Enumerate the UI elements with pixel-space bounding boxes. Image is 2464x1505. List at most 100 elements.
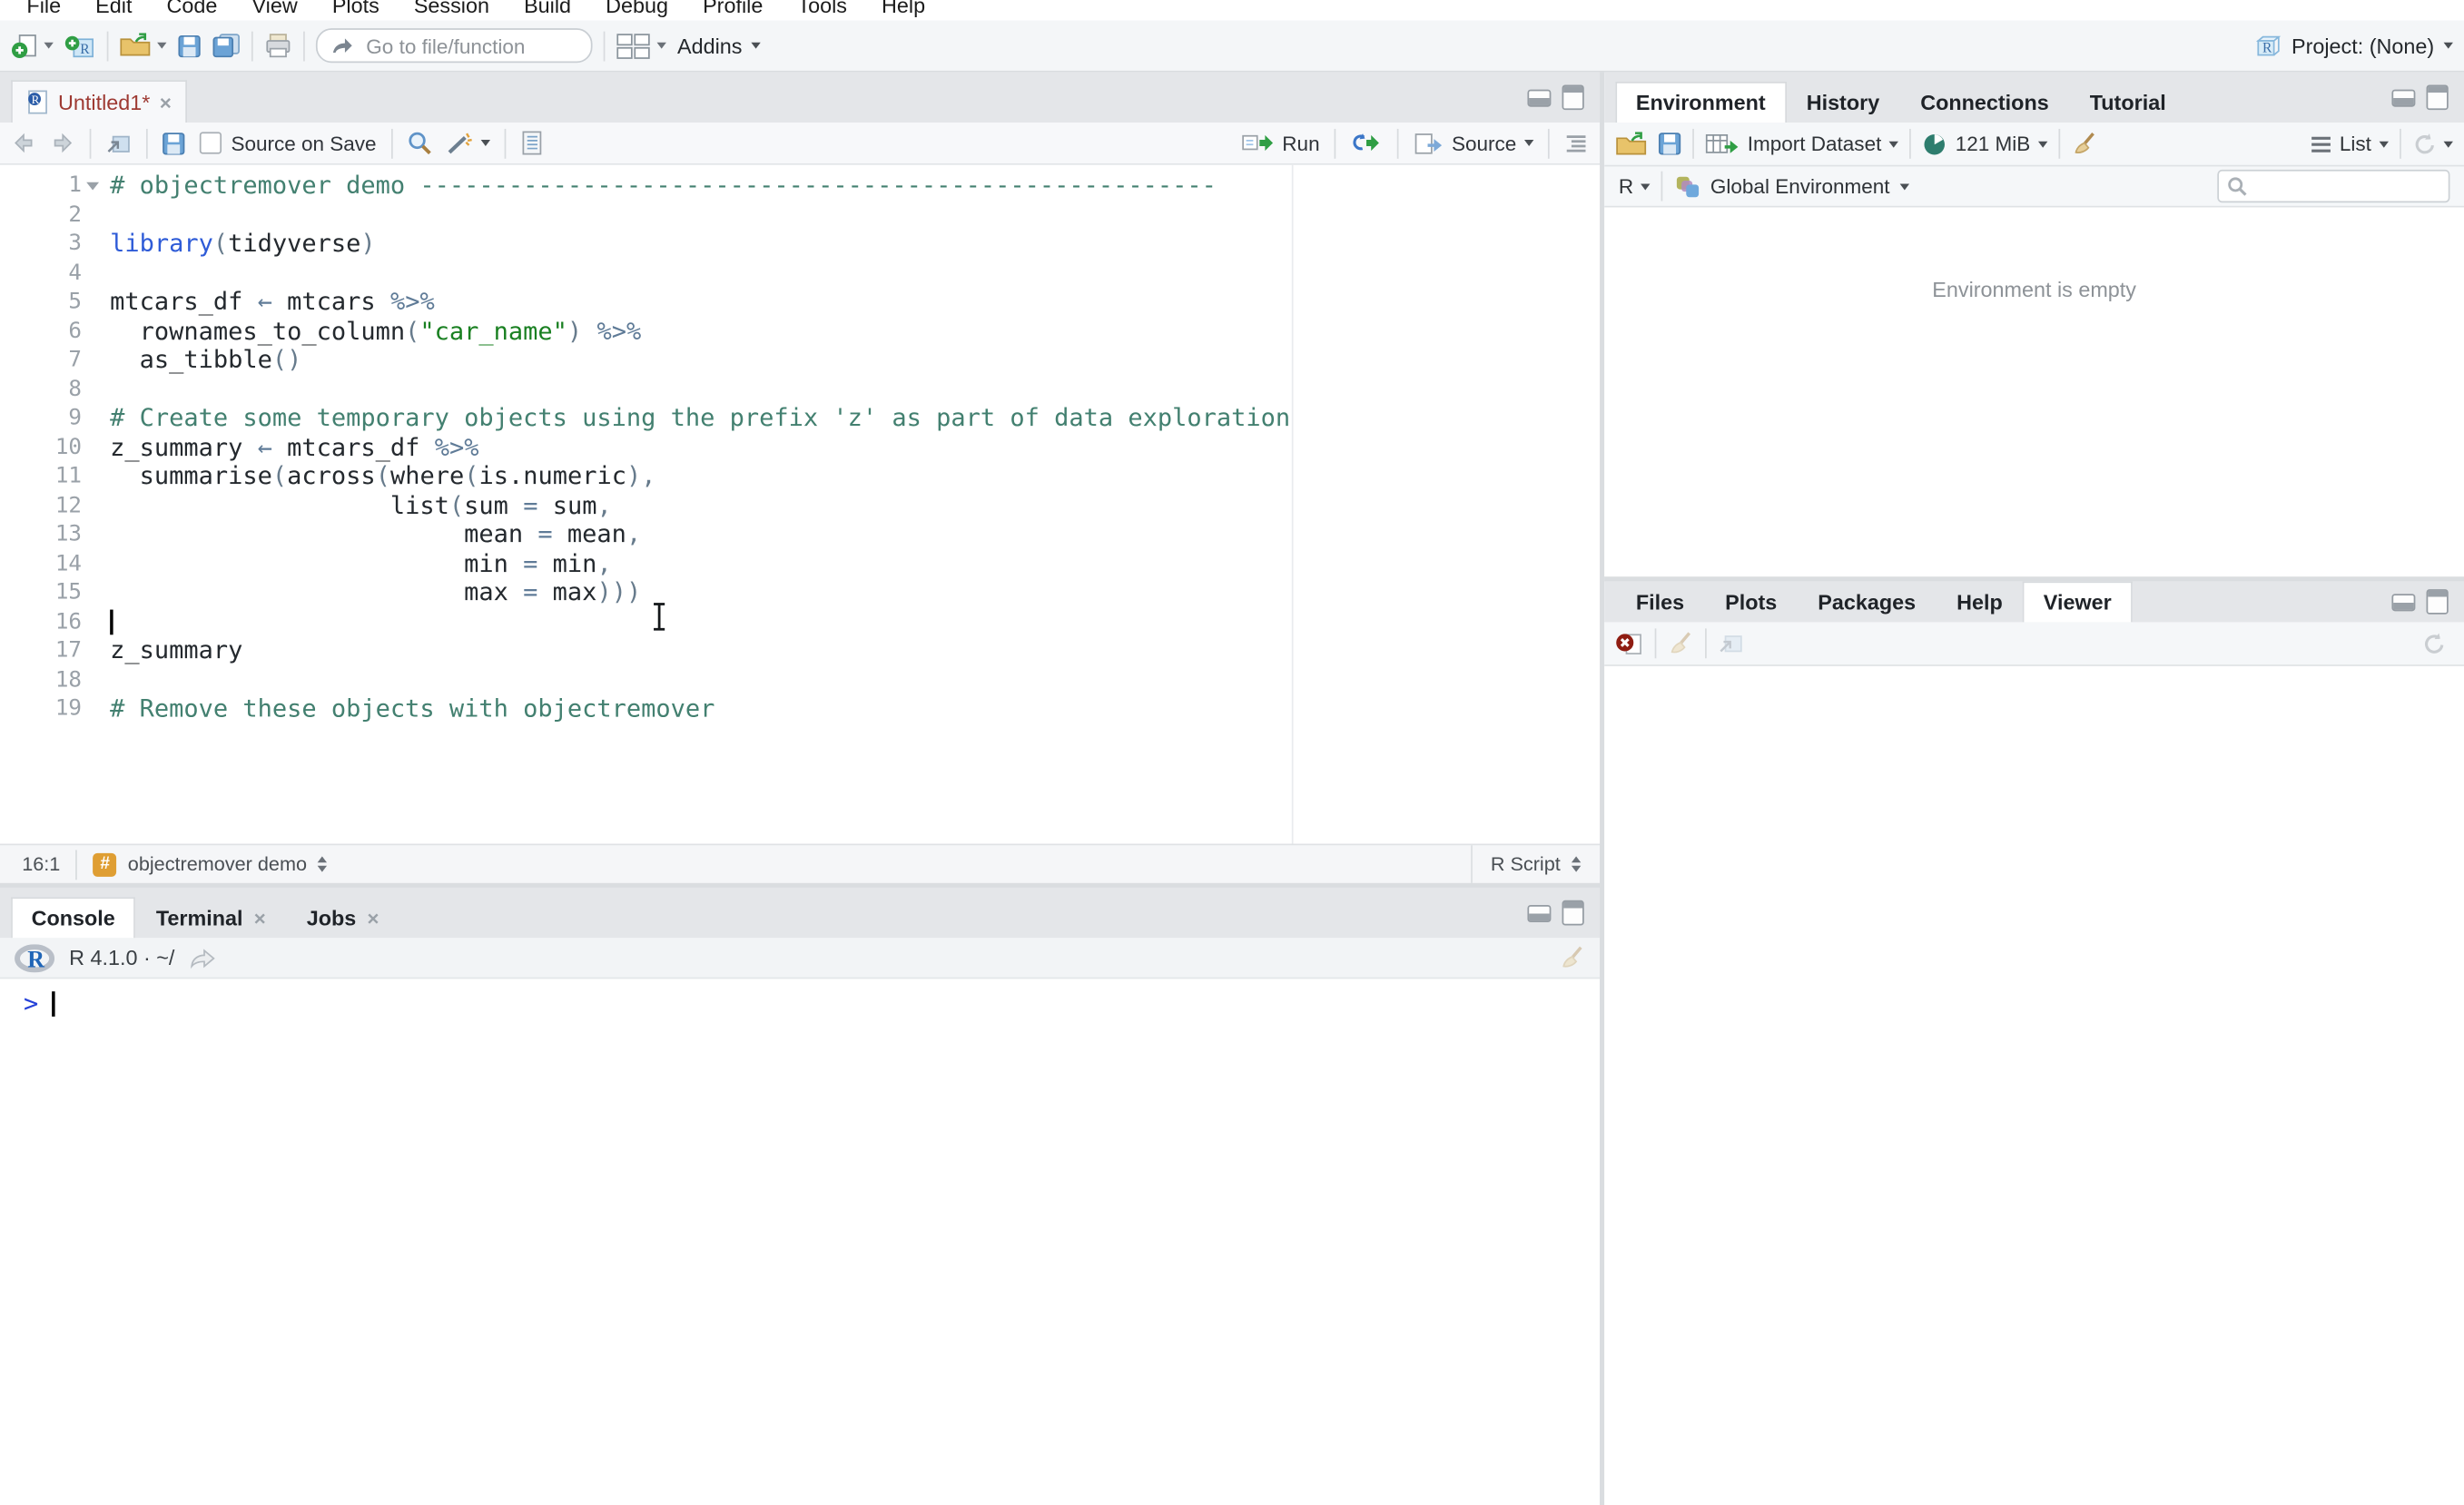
- code-line[interactable]: 5 mtcars_df ← mtcars %>%: [0, 288, 1600, 317]
- code-line[interactable]: 12 list(sum = sum,: [0, 491, 1600, 520]
- back-icon[interactable]: [11, 132, 36, 153]
- menu-edit[interactable]: Edit: [78, 0, 149, 19]
- outline-icon[interactable]: [1563, 132, 1589, 153]
- code-line[interactable]: 9 # Create some temporary objects using t…: [0, 404, 1600, 433]
- tab-files[interactable]: Files: [1615, 581, 1704, 622]
- chevron-down-icon[interactable]: [157, 42, 167, 49]
- menu-plots[interactable]: Plots: [315, 0, 397, 19]
- code-line[interactable]: 11 summarise(across(where(is.numeric),: [0, 462, 1600, 491]
- code-line[interactable]: 10 z_summary ← mtcars_df %>%: [0, 433, 1600, 462]
- menu-profile[interactable]: Profile: [685, 0, 780, 19]
- tab-packages[interactable]: Packages: [1798, 581, 1937, 622]
- open-file-button[interactable]: [120, 33, 167, 58]
- code-line[interactable]: 4: [0, 259, 1600, 288]
- maximize-pane-icon[interactable]: [2426, 84, 2449, 111]
- addins-button[interactable]: Addins: [677, 34, 762, 57]
- source-on-save-toggle[interactable]: Source on Save: [199, 132, 377, 154]
- code-tools-button[interactable]: [446, 131, 490, 156]
- chevron-down-icon[interactable]: [2379, 140, 2389, 147]
- maximize-pane-icon[interactable]: [2426, 589, 2449, 615]
- notebook-icon[interactable]: [519, 131, 541, 156]
- save-all-button[interactable]: [212, 33, 241, 58]
- environment-scope-selector[interactable]: Global Environment: [1674, 173, 1909, 199]
- menu-view[interactable]: View: [234, 0, 314, 19]
- code-line[interactable]: 15 max = max))): [0, 578, 1600, 607]
- code-line[interactable]: 7 as_tibble(): [0, 346, 1600, 375]
- tab-plots[interactable]: Plots: [1705, 581, 1798, 622]
- code-line[interactable]: 18: [0, 665, 1600, 694]
- code-line[interactable]: 17 z_summary: [0, 636, 1600, 665]
- rerun-button[interactable]: [1349, 132, 1382, 153]
- maximize-pane-icon[interactable]: [1562, 900, 1584, 926]
- tab-terminal[interactable]: Terminal ×: [135, 897, 286, 938]
- tab-jobs[interactable]: Jobs ×: [286, 897, 399, 938]
- environment-search-input[interactable]: [2253, 173, 2418, 199]
- refresh-icon[interactable]: [2421, 631, 2447, 656]
- minimize-pane-icon[interactable]: [1527, 904, 1552, 922]
- tab-connections[interactable]: Connections: [1900, 82, 2070, 123]
- save-icon[interactable]: [162, 132, 185, 155]
- save-workspace-icon[interactable]: [1658, 132, 1681, 155]
- code-line[interactable]: 8: [0, 375, 1600, 404]
- minimize-pane-icon[interactable]: [2391, 88, 2416, 106]
- chevron-down-icon[interactable]: [656, 42, 666, 49]
- code-line[interactable]: 16: [0, 607, 1600, 636]
- code-line[interactable]: 13 mean = mean,: [0, 520, 1600, 549]
- menu-file[interactable]: File: [9, 0, 78, 19]
- tab-tutorial[interactable]: Tutorial: [2069, 82, 2186, 123]
- code-line[interactable]: 14 min = min,: [0, 549, 1600, 578]
- clear-all-broom-icon[interactable]: [1667, 630, 1693, 656]
- environment-search-box[interactable]: [2217, 169, 2450, 203]
- forward-icon[interactable]: [50, 132, 75, 153]
- menu-tools[interactable]: Tools: [780, 0, 864, 19]
- load-workspace-icon[interactable]: [1615, 131, 1647, 157]
- clear-viewer-icon[interactable]: [1615, 631, 1643, 656]
- section-navigator[interactable]: # objectremover demo: [93, 852, 328, 876]
- list-view-button[interactable]: List: [2310, 132, 2389, 155]
- refresh-environment-button[interactable]: [2412, 132, 2453, 157]
- panes-layout-button[interactable]: [616, 32, 666, 59]
- search-icon[interactable]: [406, 131, 431, 156]
- maximize-pane-icon[interactable]: [1562, 84, 1584, 111]
- goto-file-function-box[interactable]: [315, 28, 593, 64]
- import-dataset-button[interactable]: Import Dataset: [1705, 132, 1899, 155]
- source-on-save-checkbox[interactable]: [199, 132, 222, 154]
- tab-viewer[interactable]: Viewer: [2023, 581, 2133, 623]
- clear-environment-broom-icon[interactable]: [2071, 131, 2097, 157]
- popout-icon[interactable]: [1718, 632, 1744, 655]
- print-button[interactable]: [264, 33, 292, 58]
- language-selector[interactable]: R: [1619, 174, 1651, 198]
- tab-help[interactable]: Help: [1937, 581, 2024, 622]
- filetype-selector[interactable]: R Script: [1470, 845, 1600, 883]
- project-menu-button[interactable]: R Project: (None): [2255, 32, 2453, 58]
- menu-help[interactable]: Help: [864, 0, 942, 19]
- tab-history[interactable]: History: [1786, 82, 1900, 123]
- code-line[interactable]: 2: [0, 201, 1600, 230]
- goto-file-function-input[interactable]: [362, 32, 550, 59]
- minimize-pane-icon[interactable]: [1527, 88, 1552, 106]
- menu-code[interactable]: Code: [149, 0, 234, 19]
- popout-icon[interactable]: [105, 132, 132, 155]
- minimize-pane-icon[interactable]: [2391, 593, 2416, 611]
- chevron-down-icon[interactable]: [1523, 140, 1534, 146]
- new-file-button[interactable]: [11, 32, 54, 58]
- code-line[interactable]: 6 rownames_to_column("car_name") %>%: [0, 317, 1600, 346]
- chevron-down-icon[interactable]: [1889, 140, 1899, 147]
- console-body[interactable]: >: [0, 979, 1600, 1505]
- fold-arrow-icon[interactable]: [86, 182, 100, 191]
- source-button[interactable]: Source: [1413, 132, 1534, 154]
- clear-console-broom-icon[interactable]: [1559, 944, 1585, 970]
- chevron-down-icon[interactable]: [479, 140, 490, 146]
- memory-usage-button[interactable]: 121 MiB: [1922, 132, 2048, 157]
- code-line[interactable]: 19 # Remove these objects with objectremo…: [0, 694, 1600, 723]
- menu-debug[interactable]: Debug: [588, 0, 685, 19]
- code-editor[interactable]: 1 # objectremover demo ------------------…: [0, 164, 1601, 844]
- share-arrow-icon[interactable]: [189, 947, 217, 969]
- close-icon[interactable]: ×: [367, 908, 379, 929]
- chevron-down-icon[interactable]: [2037, 140, 2048, 147]
- close-icon[interactable]: ×: [254, 908, 266, 929]
- tab-untitled1[interactable]: R Untitled1* ×: [11, 80, 188, 123]
- close-icon[interactable]: ×: [160, 92, 172, 113]
- code-line[interactable]: 1 # objectremover demo ------------------…: [0, 172, 1600, 201]
- chevron-down-icon[interactable]: [2443, 140, 2453, 147]
